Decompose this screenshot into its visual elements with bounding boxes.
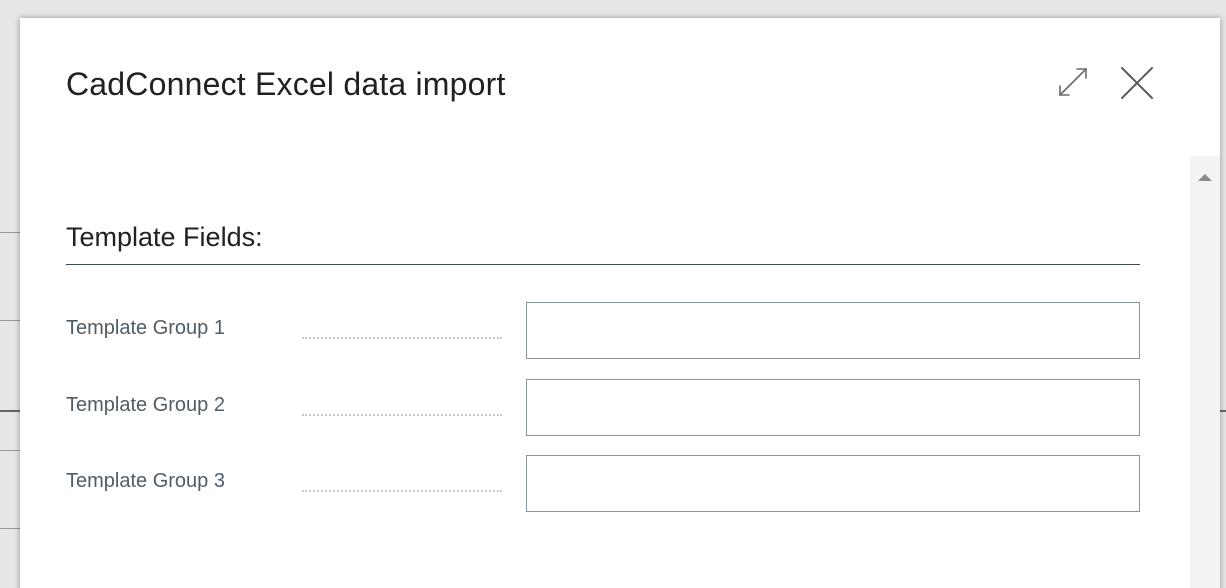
- background-divider: [0, 450, 20, 451]
- field-row-template-group-2: Template Group 2: [66, 379, 1140, 437]
- vertical-scrollbar[interactable]: [1190, 156, 1220, 588]
- section-title: Template Fields:: [66, 222, 263, 252]
- field-leader-dots: [302, 317, 502, 339]
- field-leader-dots: [302, 470, 502, 492]
- background-divider: [0, 232, 20, 233]
- close-icon: [1121, 67, 1153, 99]
- expand-button[interactable]: [1056, 65, 1090, 99]
- expand-diagonal-icon: [1059, 68, 1087, 96]
- field-leader-dots: [302, 394, 502, 416]
- dialog-title: CadConnect Excel data import: [66, 66, 506, 102]
- background-divider: [0, 320, 20, 321]
- background-divider: [0, 528, 20, 529]
- template-group-1-input[interactable]: [526, 302, 1140, 359]
- field-label: Template Group 1: [66, 317, 225, 339]
- field-row-template-group-3: Template Group 3: [66, 455, 1140, 513]
- scroll-up-arrow-icon[interactable]: [1198, 174, 1212, 181]
- close-button[interactable]: [1118, 64, 1156, 102]
- field-row-template-group-1: Template Group 1: [66, 302, 1140, 360]
- import-dialog: CadConnect Excel data import Template Fi…: [20, 18, 1220, 588]
- template-group-3-input[interactable]: [526, 455, 1140, 512]
- template-group-2-input[interactable]: [526, 379, 1140, 436]
- field-label: Template Group 2: [66, 394, 225, 416]
- section-header: Template Fields:: [66, 216, 1140, 265]
- field-label: Template Group 3: [66, 470, 225, 492]
- background-divider: [0, 410, 20, 412]
